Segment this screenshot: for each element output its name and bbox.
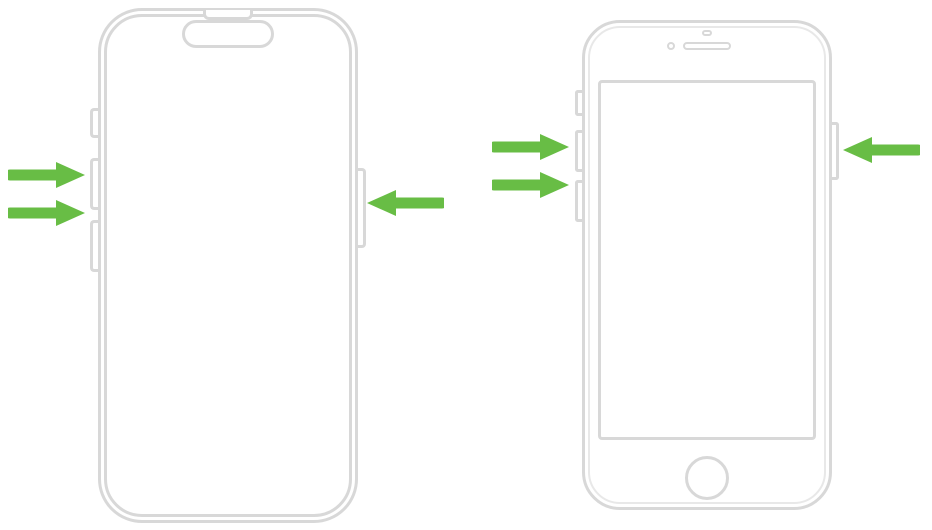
volume-up-button (90, 158, 98, 210)
arrow-right-icon (8, 160, 90, 190)
dynamic-island (182, 20, 274, 48)
mute-switch (575, 90, 582, 116)
side-button (832, 122, 839, 180)
volume-up-button (575, 130, 582, 172)
arrow-right-icon (8, 198, 90, 228)
phone-screen (104, 14, 352, 517)
iphone-faceid (98, 8, 358, 523)
arrow-left-icon (362, 188, 444, 218)
arrow-right-icon (492, 132, 574, 162)
iphone-homebutton (582, 20, 832, 510)
front-camera (667, 42, 675, 50)
volume-down-button (575, 180, 582, 222)
volume-down-button (90, 220, 98, 272)
mute-switch (90, 108, 98, 138)
diagram-stage (0, 0, 932, 530)
side-button (358, 168, 366, 248)
proximity-sensor (702, 30, 712, 36)
phone-screen (598, 80, 816, 440)
earpiece (203, 10, 253, 20)
home-button (685, 456, 729, 500)
arrow-right-icon (492, 170, 574, 200)
arrow-left-icon (838, 135, 920, 165)
earpiece (683, 42, 731, 50)
